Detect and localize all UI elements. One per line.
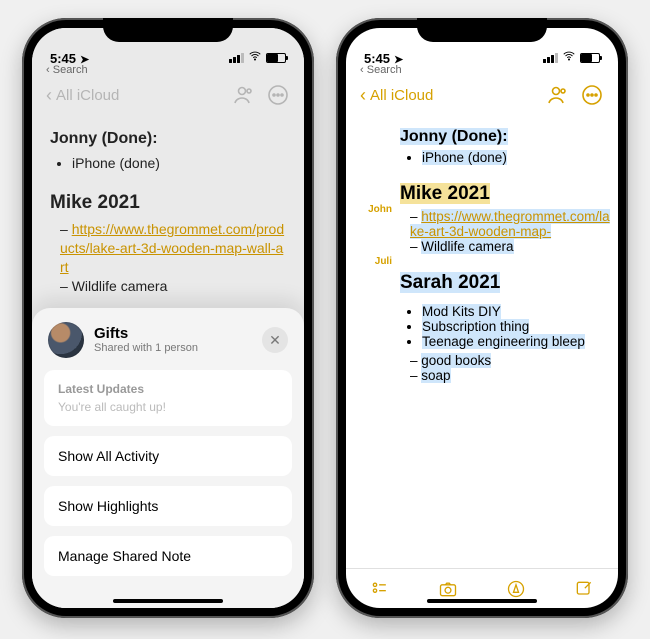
screen-right: 5:45 ➤ ‹ Search ‹ All iCloud bbox=[346, 28, 618, 608]
attribution-column: John Juli bbox=[346, 120, 400, 568]
close-icon: ✕ bbox=[269, 332, 281, 349]
show-highlights-row[interactable]: Show Highlights bbox=[44, 486, 292, 526]
checklist-icon[interactable] bbox=[368, 577, 392, 601]
heading-mike: Mike 2021 bbox=[400, 183, 614, 205]
markup-icon[interactable] bbox=[504, 577, 528, 601]
signal-icon bbox=[543, 53, 558, 63]
list-item: Wildlife camera bbox=[410, 239, 614, 254]
author-tag: John bbox=[346, 204, 392, 222]
back-button[interactable]: ‹ All iCloud bbox=[360, 86, 433, 104]
breadcrumb-search[interactable]: ‹ Search bbox=[32, 64, 304, 76]
back-label: All iCloud bbox=[56, 87, 119, 104]
chevron-left-icon: ‹ bbox=[360, 86, 366, 104]
screen-left: 5:45 ➤ ‹ Search ‹ All iCloud bbox=[32, 28, 304, 608]
list-item: https://www.thegrommet.com/lake-art-3d-w… bbox=[410, 209, 614, 239]
manage-shared-note-row[interactable]: Manage Shared Note bbox=[44, 536, 292, 576]
phone-right: 5:45 ➤ ‹ Search ‹ All iCloud bbox=[336, 18, 628, 618]
compose-icon[interactable] bbox=[572, 577, 596, 601]
more-icon[interactable] bbox=[580, 83, 604, 107]
list-item: Wildlife camera bbox=[60, 277, 286, 296]
note-link[interactable]: https://www.thegrommet.com/lake-art-3d-w… bbox=[410, 209, 610, 239]
list-item: soap bbox=[410, 368, 614, 383]
list-item: iPhone (done) bbox=[422, 150, 614, 165]
note-content: John Juli Jonny (Done): iPhone (done) Mi… bbox=[346, 116, 618, 568]
notch bbox=[103, 18, 233, 42]
row-label: Show Highlights bbox=[58, 498, 158, 514]
heading-jonny: Jonny (Done): bbox=[400, 128, 614, 146]
nav-bar: ‹ All iCloud bbox=[32, 76, 304, 116]
list-item: Teenage engineering bleep bbox=[422, 334, 614, 349]
close-button[interactable]: ✕ bbox=[262, 327, 288, 353]
battery-icon bbox=[580, 53, 600, 63]
home-indicator[interactable] bbox=[427, 599, 537, 603]
note-link[interactable]: https://www.thegrommet.com/products/lake… bbox=[60, 221, 284, 275]
sheet-title: Gifts bbox=[94, 326, 198, 343]
show-all-activity-row[interactable]: Show All Activity bbox=[44, 436, 292, 476]
back-label: All iCloud bbox=[370, 87, 433, 104]
list-item: iPhone (done) bbox=[72, 154, 286, 173]
updates-body: You're all caught up! bbox=[58, 400, 278, 414]
heading-mike: Mike 2021 bbox=[50, 190, 286, 216]
camera-icon[interactable] bbox=[436, 577, 460, 601]
list-item: good books bbox=[410, 353, 614, 368]
home-indicator[interactable] bbox=[113, 599, 223, 603]
notch bbox=[417, 18, 547, 42]
phone-left: 5:45 ➤ ‹ Search ‹ All iCloud bbox=[22, 18, 314, 618]
share-sheet: Gifts Shared with 1 person ✕ Latest Upda… bbox=[32, 308, 304, 608]
list-item: Mod Kits DIY bbox=[422, 304, 614, 319]
row-label: Show All Activity bbox=[58, 448, 159, 464]
signal-icon bbox=[229, 53, 244, 63]
collaborate-icon[interactable] bbox=[230, 83, 254, 107]
list-item: https://www.thegrommet.com/products/lake… bbox=[60, 220, 286, 277]
author-tag: Juli bbox=[346, 256, 392, 274]
sheet-subtitle: Shared with 1 person bbox=[94, 342, 198, 354]
battery-icon bbox=[266, 53, 286, 63]
nav-bar: ‹ All iCloud bbox=[346, 76, 618, 116]
heading-sarah: Sarah 2021 bbox=[400, 272, 614, 294]
more-icon[interactable] bbox=[266, 83, 290, 107]
updates-heading: Latest Updates bbox=[58, 382, 278, 396]
heading-jonny: Jonny (Done): bbox=[50, 128, 286, 150]
avatar bbox=[48, 322, 84, 358]
list-item: Subscription thing bbox=[422, 319, 614, 334]
latest-updates-card: Latest Updates You're all caught up! bbox=[44, 370, 292, 426]
breadcrumb-search[interactable]: ‹ Search bbox=[346, 64, 618, 76]
row-label: Manage Shared Note bbox=[58, 548, 191, 564]
chevron-left-icon: ‹ bbox=[46, 86, 52, 104]
back-button[interactable]: ‹ All iCloud bbox=[46, 86, 119, 104]
collaborate-icon[interactable] bbox=[544, 83, 568, 107]
